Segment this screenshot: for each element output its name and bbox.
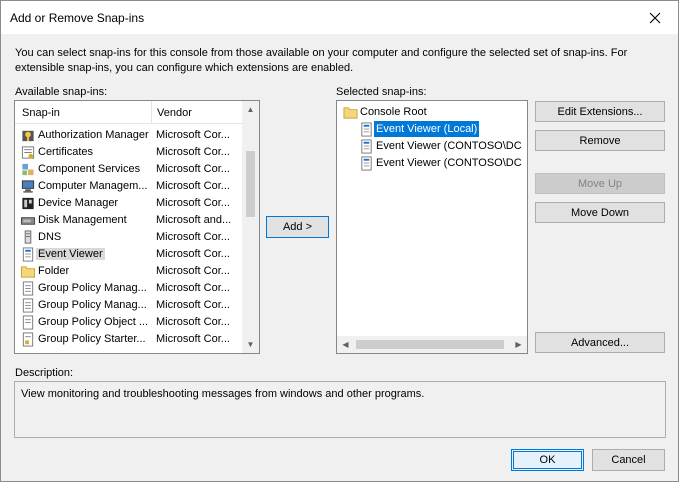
disk-management-icon [20, 217, 36, 225]
close-icon [649, 12, 661, 23]
ok-button[interactable]: OK [511, 449, 584, 471]
description-text: View monitoring and troubleshooting mess… [21, 388, 425, 400]
snapin-vendor: Microsoft and... [156, 214, 232, 226]
description-label: Description: [15, 367, 74, 379]
snapin-vendor: Microsoft Cor... [156, 282, 230, 294]
selected-snapins-label: Selected snap-ins: [336, 86, 427, 98]
close-button[interactable] [632, 1, 678, 34]
snapin-name: Group Policy Starter... [38, 333, 146, 345]
column-header-vendor[interactable]: Vendor [157, 107, 192, 119]
event-viewer-icon [361, 122, 372, 137]
list-item[interactable]: Component Services Microsoft Cor... [15, 161, 237, 178]
scroll-right-arrow[interactable]: ▶ [510, 336, 527, 353]
folder-icon [343, 107, 358, 119]
snapin-name: Folder [38, 265, 70, 277]
scroll-left-arrow[interactable]: ◀ [337, 336, 354, 353]
available-vertical-scrollbar[interactable]: ▲ ▼ [242, 101, 259, 353]
selected-snapins-tree[interactable]: Console Root Event Viewer (Local) Event V… [336, 100, 528, 354]
add-remove-snapins-dialog: Add or Remove Snap-ins You can select sn… [0, 0, 679, 482]
list-item[interactable]: Certificates Microsoft Cor... [15, 144, 237, 161]
list-item[interactable]: Folder Microsoft Cor... [15, 263, 237, 280]
list-item[interactable]: Event Viewer Microsoft Cor... [15, 246, 237, 263]
snapin-name: Group Policy Manag... [38, 282, 147, 294]
list-item[interactable]: Group Policy Manag... Microsoft Cor... [15, 280, 237, 297]
scroll-down-arrow[interactable]: ▼ [242, 336, 259, 353]
snapin-vendor: Microsoft Cor... [156, 231, 230, 243]
list-header: Snap-in Vendor [15, 101, 242, 124]
event-viewer-icon [22, 247, 34, 262]
advanced-button[interactable]: Advanced... [535, 332, 665, 353]
intro-text: You can select snap-ins for this console… [15, 47, 628, 74]
snapin-name: Device Manager [38, 197, 119, 209]
snapin-name: Component Services [38, 163, 141, 175]
list-item[interactable]: Group Policy Starter... Microsoft Cor... [15, 331, 237, 348]
snapin-vendor: Microsoft Cor... [156, 333, 230, 345]
available-snapins-list[interactable]: Snap-in Vendor Authorization Manager Micr… [14, 100, 260, 354]
event-viewer-icon [361, 156, 372, 171]
description-box: View monitoring and troubleshooting mess… [14, 381, 666, 438]
list-item[interactable]: Computer Managem... Microsoft Cor... [15, 178, 237, 195]
scroll-thumb[interactable] [246, 151, 255, 217]
snapin-name: Group Policy Object ... [38, 316, 149, 328]
list-item[interactable]: DNS Microsoft Cor... [15, 229, 237, 246]
snapin-vendor: Microsoft Cor... [156, 299, 230, 311]
edit-extensions-button[interactable]: Edit Extensions... [535, 101, 665, 122]
window-title: Add or Remove Snap-ins [10, 11, 145, 25]
group-policy-starter-icon [22, 332, 34, 347]
tree-item-label: Console Root [360, 106, 427, 118]
list-item[interactable]: Group Policy Manag... Microsoft Cor... [15, 297, 237, 314]
snapin-vendor: Microsoft Cor... [156, 129, 230, 141]
group-policy-icon [22, 281, 34, 296]
tree-item-label: Event Viewer (CONTOSO\DC [376, 140, 522, 152]
component-services-icon [22, 163, 34, 176]
available-snapins-label: Available snap-ins: [15, 86, 108, 98]
snapin-vendor: Microsoft Cor... [156, 197, 230, 209]
folder-icon [20, 266, 36, 278]
add-button[interactable]: Add > [266, 216, 329, 238]
computer-management-icon [21, 180, 35, 193]
group-policy-object-icon [22, 315, 34, 330]
scroll-up-arrow[interactable]: ▲ [242, 101, 259, 118]
move-up-button[interactable]: Move Up [535, 173, 665, 194]
snapin-name: DNS [38, 231, 62, 243]
group-policy-icon [22, 298, 34, 313]
snapin-name: Authorization Manager [38, 129, 149, 141]
event-viewer-icon [361, 139, 372, 154]
column-separator [151, 101, 152, 123]
tree-item-label: Event Viewer (Local) [374, 121, 480, 137]
authorization-manager-icon [22, 130, 34, 142]
snapin-vendor: Microsoft Cor... [156, 248, 230, 260]
list-item[interactable]: Authorization Manager Microsoft Cor... [15, 127, 237, 144]
selected-horizontal-scrollbar[interactable]: ◀ ▶ [337, 336, 527, 353]
snapin-vendor: Microsoft Cor... [156, 146, 230, 158]
snapin-vendor: Microsoft Cor... [156, 163, 230, 175]
list-item[interactable]: Disk Management Microsoft and... [15, 212, 237, 229]
remove-button[interactable]: Remove [535, 130, 665, 151]
column-header-snapin[interactable]: Snap-in [22, 107, 60, 119]
tree-item-label: Event Viewer (CONTOSO\DC [376, 157, 522, 169]
snapin-vendor: Microsoft Cor... [156, 180, 230, 192]
snapin-name: Certificates [38, 146, 94, 158]
cancel-button[interactable]: Cancel [592, 449, 665, 471]
certificates-icon [21, 146, 35, 159]
dns-icon [24, 230, 32, 244]
snapin-name: Disk Management [38, 214, 127, 226]
snapin-name: Computer Managem... [38, 180, 148, 192]
snapin-name: Group Policy Manag... [38, 299, 147, 311]
list-item[interactable]: Device Manager Microsoft Cor... [15, 195, 237, 212]
snapin-name: Event Viewer [36, 248, 105, 260]
snapin-vendor: Microsoft Cor... [156, 265, 230, 277]
snapin-vendor: Microsoft Cor... [156, 316, 230, 328]
scroll-thumb[interactable] [356, 340, 504, 349]
move-down-button[interactable]: Move Down [535, 202, 665, 223]
device-manager-icon [22, 197, 34, 210]
title-bar: Add or Remove Snap-ins [1, 1, 678, 34]
list-item[interactable]: Group Policy Object ... Microsoft Cor... [15, 314, 237, 331]
